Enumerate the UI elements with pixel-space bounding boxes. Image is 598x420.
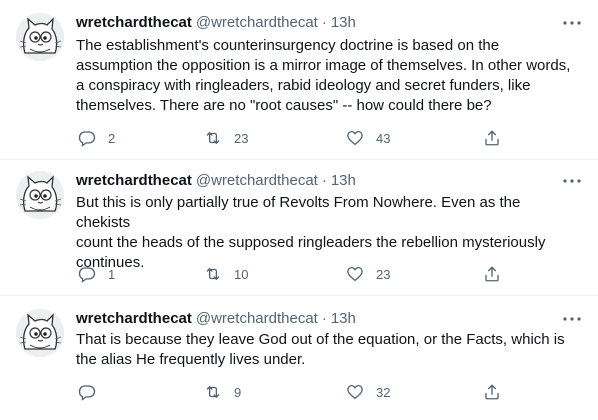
tweet-text-line: count the heads of the supposed ringlead… xyxy=(76,234,546,251)
tweet-actions: 9 32 xyxy=(76,382,506,402)
share-button[interactable] xyxy=(483,128,501,148)
more-options-button[interactable] xyxy=(562,15,582,31)
timestamp[interactable]: 13h xyxy=(331,171,356,191)
like-count: 43 xyxy=(376,130,391,146)
retweet-icon xyxy=(206,386,220,398)
display-name[interactable]: wretchardthecat xyxy=(76,309,192,329)
tweet-text-line: assumption the opposition is a mirror im… xyxy=(76,57,571,74)
retweet-button[interactable]: 10 xyxy=(204,264,248,284)
separator-dot: · xyxy=(321,172,327,189)
tweet-2[interactable]: wretchardthecat @wretchardthecat · 13h B… xyxy=(0,171,598,284)
cat-avatar-icon xyxy=(16,309,64,357)
tweet-text-line: themselves. There are no "root causes" -… xyxy=(76,97,492,114)
tweet-header: wretchardthecat @wretchardthecat · 13h xyxy=(76,171,356,191)
share-icon xyxy=(485,130,499,146)
retweet-count: 23 xyxy=(234,130,249,146)
avatar[interactable] xyxy=(16,171,64,219)
retweet-count: 9 xyxy=(234,384,242,400)
reply-button[interactable]: 2 xyxy=(78,128,115,148)
cat-avatar-icon xyxy=(16,171,64,219)
tweet-thread: wretchardthecat @wretchardthecat · 13h T… xyxy=(0,0,598,420)
reply-button[interactable] xyxy=(78,382,108,402)
like-count: 32 xyxy=(376,384,391,400)
tweet-text: The establishment's counterinsurgency do… xyxy=(76,36,576,116)
tweet-text-line: The establishment's counterinsurgency do… xyxy=(76,37,500,54)
tweet-text-line: That is because they leave God out of th… xyxy=(76,331,565,348)
tweet-1[interactable]: wretchardthecat @wretchardthecat · 13h T… xyxy=(0,13,598,151)
tweet-3[interactable]: wretchardthecat @wretchardthecat · 13h T… xyxy=(0,309,598,404)
heart-icon xyxy=(347,266,363,282)
more-options-icon xyxy=(563,21,581,25)
tweet-text: But this is only partially true of Revol… xyxy=(76,193,576,273)
tweet-text: That is because they leave God out of th… xyxy=(76,330,576,370)
display-name[interactable]: wretchardthecat xyxy=(76,171,192,191)
more-options-icon xyxy=(563,317,581,321)
like-count: 23 xyxy=(376,266,391,282)
share-icon xyxy=(485,384,499,400)
tweet-text-line: the alias He frequently lives under. xyxy=(76,351,306,368)
like-button[interactable]: 43 xyxy=(346,128,390,148)
tweet-header: wretchardthecat @wretchardthecat · 13h xyxy=(76,13,356,33)
retweet-button[interactable]: 23 xyxy=(204,128,248,148)
more-options-button[interactable] xyxy=(562,311,582,327)
heart-icon xyxy=(347,130,363,146)
separator-dot: · xyxy=(321,310,327,327)
share-button[interactable] xyxy=(483,382,501,402)
reply-count: 2 xyxy=(108,130,116,146)
more-options-icon xyxy=(563,179,581,183)
cat-avatar-icon xyxy=(16,13,64,61)
separator-dot: · xyxy=(321,14,327,31)
avatar[interactable] xyxy=(16,13,64,61)
tweet-divider xyxy=(0,295,598,296)
timestamp[interactable]: 13h xyxy=(331,309,356,329)
tweet-actions: 2 23 43 xyxy=(76,128,506,148)
like-button[interactable]: 32 xyxy=(346,382,390,402)
user-handle[interactable]: @wretchardthecat xyxy=(196,171,318,191)
tweet-divider xyxy=(0,159,598,160)
tweet-text-line: But this is only partially true of Revol… xyxy=(76,194,521,231)
retweet-count: 10 xyxy=(234,266,249,282)
heart-icon xyxy=(347,384,363,400)
tweet-text-line: a conspiracy with ringleaders, rabid ide… xyxy=(76,77,531,94)
tweet-actions: 1 10 23 xyxy=(76,264,506,284)
reply-icon xyxy=(78,385,96,401)
avatar[interactable] xyxy=(16,309,64,357)
reply-button[interactable]: 1 xyxy=(78,264,115,284)
retweet-icon xyxy=(206,268,220,280)
more-options-button[interactable] xyxy=(562,173,582,189)
reply-count: 1 xyxy=(108,266,116,282)
tweet-header: wretchardthecat @wretchardthecat · 13h xyxy=(76,309,356,329)
user-handle[interactable]: @wretchardthecat xyxy=(196,309,318,329)
share-button[interactable] xyxy=(483,264,501,284)
reply-icon xyxy=(78,131,96,147)
user-handle[interactable]: @wretchardthecat xyxy=(196,13,318,33)
retweet-icon xyxy=(206,132,220,144)
like-button[interactable]: 23 xyxy=(346,264,390,284)
display-name[interactable]: wretchardthecat xyxy=(76,13,192,33)
reply-icon xyxy=(78,267,96,283)
retweet-button[interactable]: 9 xyxy=(204,382,241,402)
timestamp[interactable]: 13h xyxy=(331,13,356,33)
share-icon xyxy=(485,266,499,282)
